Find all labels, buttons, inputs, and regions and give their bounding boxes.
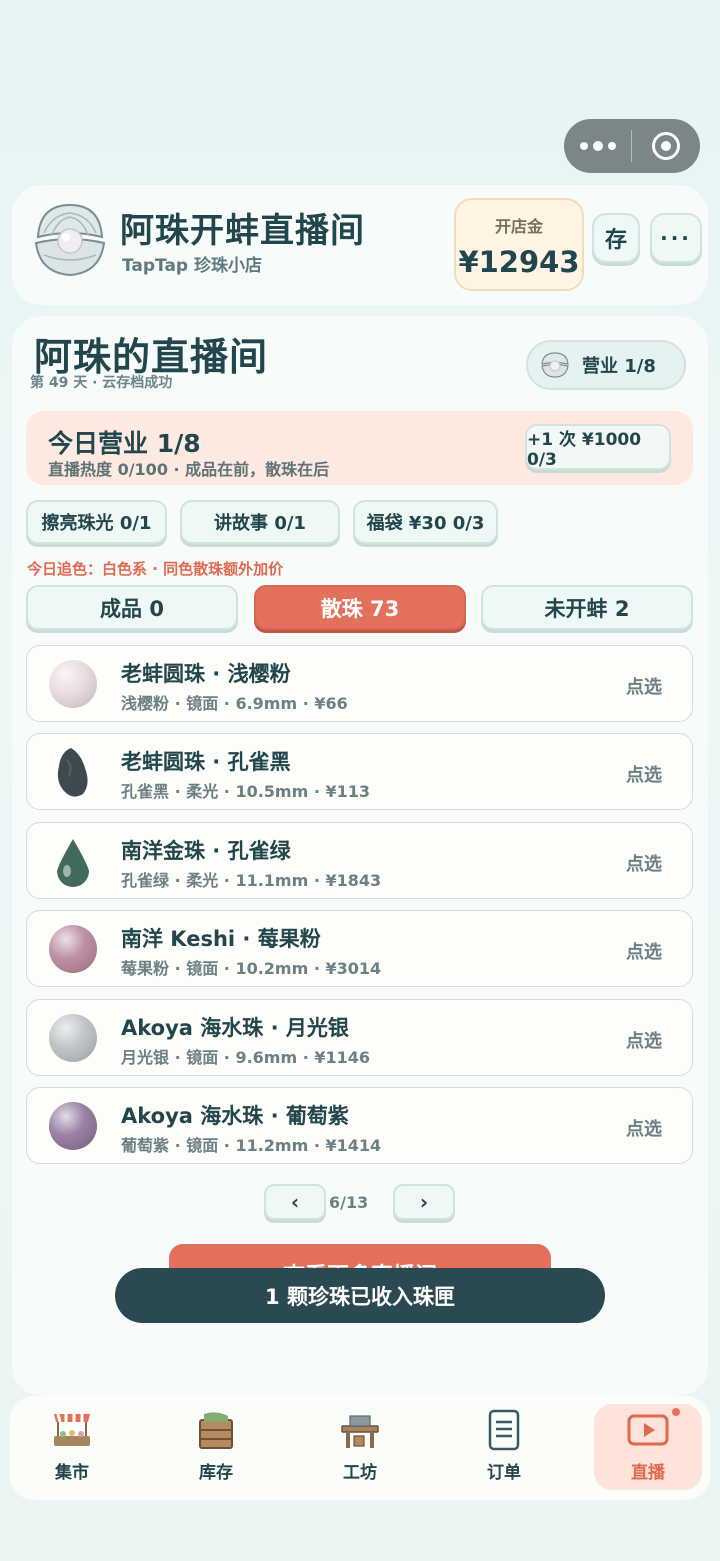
- pick-button[interactable]: 点选: [626, 850, 662, 876]
- pearl-meta: 孔雀黑 · 柔光 · 10.5mm · ¥113: [121, 782, 371, 801]
- today-title: 今日营业 1/8: [48, 429, 201, 458]
- live-room-panel: 阿珠的直播间 第 49 天 · 云存档成功 营业 1/8 今日营业 1/8 直播…: [12, 316, 708, 1396]
- nav-workshop-label: 工坊: [343, 1463, 377, 1483]
- more-button[interactable]: ···: [650, 213, 702, 263]
- prev-page-button[interactable]: ‹: [264, 1184, 326, 1220]
- pearl-name: 南洋金珠 · 孔雀绿: [121, 839, 291, 863]
- pearl-meta: 月光银 · 镜面 · 9.6mm · ¥1146: [121, 1048, 371, 1067]
- pearl-name: Akoya 海水珠 · 月光银: [121, 1016, 349, 1040]
- pearl-name: 老蚌圆珠 · 浅樱粉: [121, 662, 291, 686]
- save-button[interactable]: 存: [592, 213, 640, 263]
- pearl-shell-logo-icon: [34, 203, 106, 277]
- nav-live-label: 直播: [631, 1463, 665, 1483]
- gold-balance: 开店金 ¥12943: [454, 198, 584, 291]
- business-count-label: 营业 1/8: [582, 356, 656, 377]
- market-stall-icon: [54, 1413, 90, 1446]
- page-indicator: 6/13: [329, 1193, 369, 1212]
- tell-story-button[interactable]: 讲故事 0/1: [180, 500, 340, 544]
- toast-message: 1 颗珍珠已收入珠匣: [115, 1268, 605, 1323]
- pick-button[interactable]: 点选: [626, 761, 662, 787]
- nav-inventory[interactable]: 库存: [162, 1404, 270, 1490]
- pearl-name: 老蚌圆珠 · 孔雀黑: [121, 750, 291, 774]
- tab-unopened[interactable]: 未开蚌 2: [481, 585, 693, 630]
- nav-orders-label: 订单: [487, 1463, 521, 1483]
- pearl-meta: 莓果粉 · 镜面 · 10.2mm · ¥3014: [121, 959, 382, 978]
- nav-inventory-label: 库存: [199, 1463, 233, 1483]
- pick-button[interactable]: 点选: [626, 938, 662, 964]
- next-page-button[interactable]: ›: [393, 1184, 455, 1220]
- pearl-name: 南洋 Keshi · 莓果粉: [121, 927, 321, 951]
- extra-session-button[interactable]: +1 次 ¥1000 0/3: [525, 424, 671, 470]
- gold-value: ¥12943: [458, 245, 580, 279]
- document-icon: [488, 1409, 520, 1451]
- pearl-name: Akoya 海水珠 · 葡萄紫: [121, 1104, 349, 1128]
- shop-header: 阿珠开蚌直播间 TapTap 珍珠小店 开店金 ¥12943 存 ···: [12, 185, 708, 305]
- nav-workshop[interactable]: 工坊: [306, 1404, 414, 1490]
- pearl-icon: [49, 1014, 97, 1062]
- shop-subtitle: TapTap 珍珠小店: [122, 256, 263, 276]
- pearl-icon: [49, 660, 97, 708]
- pick-button[interactable]: 点选: [626, 1115, 662, 1141]
- notification-dot: [672, 1408, 680, 1416]
- pearl-meta: 葡萄紫 · 镜面 · 11.2mm · ¥1414: [121, 1136, 382, 1155]
- list-item[interactable]: 老蚌圆珠 · 孔雀黑 孔雀黑 · 柔光 · 10.5mm · ¥113 点选: [26, 733, 693, 810]
- today-subtitle: 直播热度 0/100 · 成品在前，散珠在后: [48, 460, 330, 479]
- gold-label: 开店金: [494, 217, 543, 236]
- list-item[interactable]: 南洋 Keshi · 莓果粉 莓果粉 · 镜面 · 10.2mm · ¥3014…: [26, 910, 693, 987]
- list-item[interactable]: 老蚌圆珠 · 浅樱粉 浅樱粉 · 镜面 · 6.9mm · ¥66 点选: [26, 645, 693, 722]
- more-dots-icon[interactable]: [564, 141, 631, 151]
- tab-loose-pearls[interactable]: 散珠 73: [254, 585, 466, 630]
- polish-luster-button[interactable]: 擦亮珠光 0/1: [26, 500, 167, 544]
- crate-icon: [199, 1412, 233, 1449]
- tab-finished[interactable]: 成品 0: [26, 585, 238, 630]
- today-business-panel: 今日营业 1/8 直播热度 0/100 · 成品在前，散珠在后 +1 次 ¥10…: [26, 411, 693, 485]
- pearl-icon: [49, 925, 97, 973]
- bottom-nav: 集市 库存 工坊 订单 直播: [10, 1396, 710, 1500]
- list-item[interactable]: Akoya 海水珠 · 葡萄紫 葡萄紫 · 镜面 · 11.2mm · ¥141…: [26, 1087, 693, 1164]
- shop-title: 阿珠开蚌直播间: [120, 211, 365, 251]
- list-item[interactable]: 南洋金珠 · 孔雀绿 孔雀绿 · 柔光 · 11.1mm · ¥1843 点选: [26, 822, 693, 899]
- workbench-icon: [341, 1415, 379, 1448]
- list-item[interactable]: Akoya 海水珠 · 月光银 月光银 · 镜面 · 9.6mm · ¥1146…: [26, 999, 693, 1076]
- pick-button[interactable]: 点选: [626, 673, 662, 699]
- close-target-icon[interactable]: [632, 132, 700, 160]
- nav-market-label: 集市: [55, 1463, 89, 1483]
- miniprogram-capsule: [564, 119, 700, 173]
- nav-market[interactable]: 集市: [18, 1404, 126, 1490]
- pick-button[interactable]: 点选: [626, 1027, 662, 1053]
- pearl-icon: [49, 1102, 97, 1150]
- daily-chase-color: 今日追色：白色系 · 同色散珠额外加价: [27, 560, 284, 578]
- nav-live[interactable]: 直播: [594, 1404, 702, 1490]
- lucky-bag-button[interactable]: 福袋 ¥30 0/3: [353, 500, 498, 544]
- pearl-icon: [57, 839, 89, 887]
- pearl-shell-icon: [541, 352, 569, 378]
- pearl-meta: 孔雀绿 · 柔光 · 11.1mm · ¥1843: [121, 871, 382, 890]
- nav-orders[interactable]: 订单: [450, 1404, 558, 1490]
- pearl-meta: 浅樱粉 · 镜面 · 6.9mm · ¥66: [121, 694, 348, 713]
- play-screen-icon: [627, 1414, 669, 1446]
- pearl-icon: [57, 748, 88, 797]
- room-subtitle: 第 49 天 · 云存档成功: [30, 375, 173, 391]
- business-count-pill[interactable]: 营业 1/8: [526, 340, 686, 390]
